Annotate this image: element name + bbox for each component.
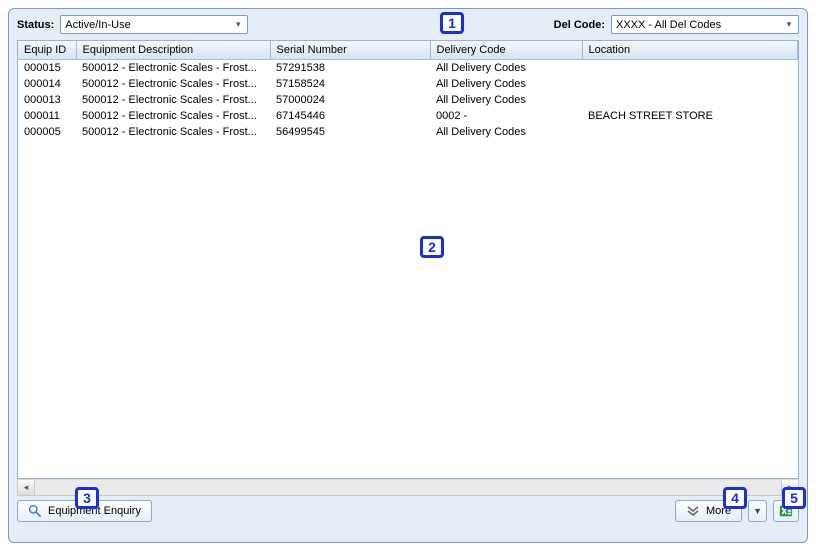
status-select[interactable]: Active/In-Use ▾ <box>60 15 248 34</box>
callout-marker-1: 1 <box>440 12 464 34</box>
delcode-select[interactable]: XXXX - All Del Codes ▾ <box>611 15 799 34</box>
callout-marker-3: 3 <box>75 487 99 509</box>
cell-loc <box>582 92 798 108</box>
cell-desc: 500012 - Electronic Scales - Frost... <box>76 124 270 140</box>
cell-dc: All Delivery Codes <box>430 76 582 92</box>
status-value: Active/In-Use <box>65 19 130 31</box>
cell-desc: 500012 - Electronic Scales - Frost... <box>76 76 270 92</box>
callout-marker-4: 4 <box>723 487 747 509</box>
chevron-down-icon: ▾ <box>231 19 245 30</box>
scroll-track[interactable] <box>35 480 781 495</box>
col-delivery-code[interactable]: Delivery Code <box>430 41 582 59</box>
status-label: Status: <box>17 19 54 31</box>
equipment-table: Equip ID Equipment Description Serial Nu… <box>17 40 799 479</box>
cell-sn: 57000024 <box>270 92 430 108</box>
filter-bar: Status: Active/In-Use ▾ Del Code: XXXX -… <box>9 9 807 40</box>
cell-id: 000014 <box>18 76 76 92</box>
scroll-left-btn[interactable]: ◂ <box>18 480 35 495</box>
col-serial[interactable]: Serial Number <box>270 41 430 59</box>
cell-loc <box>582 124 798 140</box>
cell-sn: 57158524 <box>270 76 430 92</box>
delcode-value: XXXX - All Del Codes <box>616 19 721 31</box>
cell-id: 000013 <box>18 92 76 108</box>
callout-marker-2: 2 <box>420 236 444 258</box>
table-row[interactable]: 000014500012 - Electronic Scales - Frost… <box>18 76 798 92</box>
cell-id: 000015 <box>18 60 76 76</box>
cell-desc: 500012 - Electronic Scales - Frost... <box>76 92 270 108</box>
chevrons-down-icon <box>686 506 700 516</box>
table-row[interactable]: 000005500012 - Electronic Scales - Frost… <box>18 124 798 140</box>
horizontal-scrollbar[interactable]: ◂ ▸ <box>17 479 799 496</box>
cell-loc <box>582 60 798 76</box>
cell-id: 000005 <box>18 124 76 140</box>
chevron-down-icon: ▾ <box>782 19 796 30</box>
cell-loc: BEACH STREET STORE <box>582 108 798 124</box>
table-row[interactable]: 000011500012 - Electronic Scales - Frost… <box>18 108 798 124</box>
col-location[interactable]: Location <box>582 41 798 59</box>
magnifier-icon <box>28 504 42 518</box>
cell-dc: All Delivery Codes <box>430 92 582 108</box>
cell-sn: 67145446 <box>270 108 430 124</box>
more-dropdown-button[interactable]: ▼ <box>748 500 767 522</box>
col-equip-desc[interactable]: Equipment Description <box>76 41 270 59</box>
table-row[interactable]: 000013500012 - Electronic Scales - Frost… <box>18 92 798 108</box>
callout-marker-5: 5 <box>782 487 806 509</box>
cell-id: 000011 <box>18 108 76 124</box>
table-header-row: Equip ID Equipment Description Serial Nu… <box>18 41 798 59</box>
cell-dc: 0002 - <box>430 108 582 124</box>
triangle-down-icon: ▼ <box>753 506 762 516</box>
cell-dc: All Delivery Codes <box>430 60 582 76</box>
bottom-toolbar: Equipment Enquiry More ▼ <box>9 496 807 522</box>
equipment-panel: Status: Active/In-Use ▾ Del Code: XXXX -… <box>8 8 808 543</box>
cell-sn: 57291538 <box>270 60 430 76</box>
table-body-area[interactable]: 000015500012 - Electronic Scales - Frost… <box>18 60 798 478</box>
cell-desc: 500012 - Electronic Scales - Frost... <box>76 60 270 76</box>
delcode-label: Del Code: <box>554 19 605 31</box>
table-row[interactable]: 000015500012 - Electronic Scales - Frost… <box>18 60 798 76</box>
col-equip-id[interactable]: Equip ID <box>18 41 76 59</box>
cell-dc: All Delivery Codes <box>430 124 582 140</box>
cell-sn: 56499545 <box>270 124 430 140</box>
cell-desc: 500012 - Electronic Scales - Frost... <box>76 108 270 124</box>
cell-loc <box>582 76 798 92</box>
